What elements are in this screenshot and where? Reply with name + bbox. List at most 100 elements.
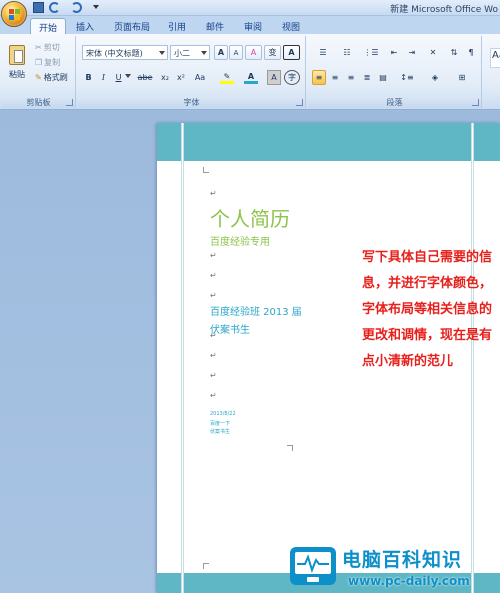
resume-subtitle: 百度经验专用 [210, 237, 270, 248]
enclose-char-button[interactable]: 字 [284, 70, 300, 85]
paragraph-mark: ↵ [210, 371, 217, 380]
style-preview[interactable]: Aa [490, 48, 500, 68]
underline-button[interactable]: U [112, 70, 125, 85]
window-title: 新建 Microsoft Office Wo [390, 5, 498, 15]
line-spacing-button[interactable]: ↕≡ [396, 70, 418, 85]
resume-small-line: 百度一下 [210, 421, 231, 427]
font-size-select[interactable]: 小二 [170, 45, 210, 60]
format-painter-button[interactable]: ✎ 格式刷 [34, 70, 76, 85]
title-bar: 新建 Microsoft Office Wo [0, 0, 500, 16]
tab-mailings[interactable]: 邮件 [198, 18, 232, 34]
clear-format-button[interactable]: A [245, 45, 262, 60]
tab-home[interactable]: 开始 [30, 18, 67, 34]
bullets-button[interactable]: ☰ [312, 45, 334, 60]
office-button[interactable] [1, 1, 27, 27]
paragraph-launcher-icon[interactable] [472, 99, 479, 106]
ribbon: 粘贴 ✂ 剪切 ❐ 复制 ✎ 格式刷 剪贴板 宋体 (中文标题) 小二 A A … [0, 34, 500, 110]
clipboard-icon [9, 44, 25, 65]
shrink-font-button[interactable]: A [229, 45, 243, 60]
tab-view[interactable]: 视图 [274, 18, 308, 34]
crop-mark [203, 563, 209, 569]
font-color-label: A [247, 71, 255, 81]
char-border-button[interactable]: A [283, 45, 300, 60]
subscript-button[interactable]: x₂ [158, 70, 172, 85]
clipboard-group: 粘贴 ✂ 剪切 ❐ 复制 ✎ 格式刷 剪贴板 [2, 36, 76, 108]
bullets-icon: ☰ [319, 48, 327, 57]
copy-button[interactable]: ❐ 复制 [34, 55, 72, 70]
scissors-icon: ✂ [35, 43, 42, 52]
font-name-select[interactable]: 宋体 (中文标题) [82, 45, 168, 60]
font-color-button[interactable]: A [240, 70, 262, 85]
chevron-down-icon [201, 51, 207, 55]
highlight-button[interactable]: ✎ [216, 70, 238, 85]
distributed-button[interactable]: ▤ [376, 70, 390, 85]
numbering-button[interactable]: ☷ [336, 45, 358, 60]
borders-button[interactable]: ⊞ [450, 70, 474, 85]
increase-indent-icon: ⇥ [408, 48, 416, 57]
line-spacing-icon: ↕≡ [400, 73, 414, 82]
clipboard-launcher-icon[interactable] [66, 99, 73, 106]
change-case-button[interactable]: Aa [191, 70, 209, 85]
font-group-label: 字体 [78, 96, 305, 108]
grow-font-button[interactable]: A [214, 45, 228, 60]
paragraph-mark: ↵ [210, 251, 217, 260]
tab-insert[interactable]: 插入 [68, 18, 102, 34]
italic-button[interactable]: I [97, 70, 110, 85]
align-right-button[interactable]: ≡ [344, 70, 358, 85]
font-launcher-icon[interactable] [296, 99, 303, 106]
left-rule [181, 123, 184, 593]
char-shading-button[interactable]: A [267, 70, 281, 85]
highlighter-icon: ✎ [223, 71, 231, 81]
align-center-button[interactable]: ≡ [328, 70, 342, 85]
multilevel-list-icon: ⋮☰ [363, 48, 379, 57]
watermark-name: 电脑百科知识 [342, 549, 463, 571]
save-icon[interactable] [33, 2, 44, 13]
justify-icon: ≣ [363, 73, 371, 82]
asian-layout-button[interactable]: ✕ [422, 45, 444, 60]
paste-label: 粘贴 [9, 69, 25, 79]
font-group: 宋体 (中文标题) 小二 A A A 变 A B I U abe x₂ x² A… [78, 36, 306, 108]
cut-button[interactable]: ✂ 剪切 [34, 40, 72, 55]
sort-icon: ⇅ [450, 48, 458, 57]
office-logo-icon [9, 9, 20, 20]
borders-icon: ⊞ [458, 73, 466, 82]
align-center-icon: ≡ [331, 73, 339, 82]
tab-page-layout[interactable]: 页面布局 [106, 18, 158, 34]
paragraph-mark: ↵ [210, 271, 217, 280]
increase-indent-button[interactable]: ⇥ [404, 45, 420, 60]
resume-date: 2013/8/22 [210, 411, 236, 417]
multilevel-list-button[interactable]: ⋮☰ [360, 45, 382, 60]
paint-bucket-icon: ◈ [431, 73, 439, 82]
copy-icon: ❐ [35, 58, 43, 67]
underline-dropdown-icon[interactable] [125, 74, 131, 80]
font-size-value: 小二 [174, 49, 190, 58]
customize-toolbar-icon[interactable] [93, 5, 99, 9]
watermark-url: www.pc-daily.com [348, 574, 470, 588]
decrease-indent-button[interactable]: ⇤ [386, 45, 402, 60]
justify-button[interactable]: ≣ [360, 70, 374, 85]
sort-button[interactable]: ⇅ [446, 45, 462, 60]
bold-button[interactable]: B [82, 70, 95, 85]
tab-review[interactable]: 审阅 [236, 18, 270, 34]
monitor-logo-icon [290, 547, 336, 585]
paragraph-mark: ↵ [210, 189, 217, 198]
brush-icon: ✎ [35, 73, 42, 82]
strikethrough-button[interactable]: abe [135, 70, 155, 85]
crop-mark [203, 167, 209, 173]
redo-icon[interactable] [71, 2, 82, 13]
paragraph-mark: ↵ [210, 291, 217, 300]
superscript-button[interactable]: x² [174, 70, 188, 85]
char-border-icon: A [288, 48, 295, 57]
shading-button[interactable]: ◈ [424, 70, 446, 85]
tab-references[interactable]: 引用 [160, 18, 194, 34]
show-marks-button[interactable]: ¶ [464, 45, 478, 60]
document-page[interactable]: ↵ ↵ ↵ ↵ ↵ ↵ ↵ ↵ 个人简历 百度经验专用 百度经验班 2013 届… [157, 123, 500, 593]
format-painter-label: 格式刷 [43, 73, 68, 82]
paste-button[interactable]: 粘贴 [4, 40, 30, 84]
align-left-button[interactable]: ≡ [312, 70, 326, 85]
enclosed-char-icon: 字 [288, 73, 296, 82]
resume-small-author: 伏案书生 [210, 429, 231, 435]
ribbon-tabs: 开始 插入 页面布局 引用 邮件 审阅 视图 [0, 16, 500, 34]
phonetic-guide-button[interactable]: 变 [264, 45, 281, 60]
undo-icon[interactable] [49, 2, 60, 13]
